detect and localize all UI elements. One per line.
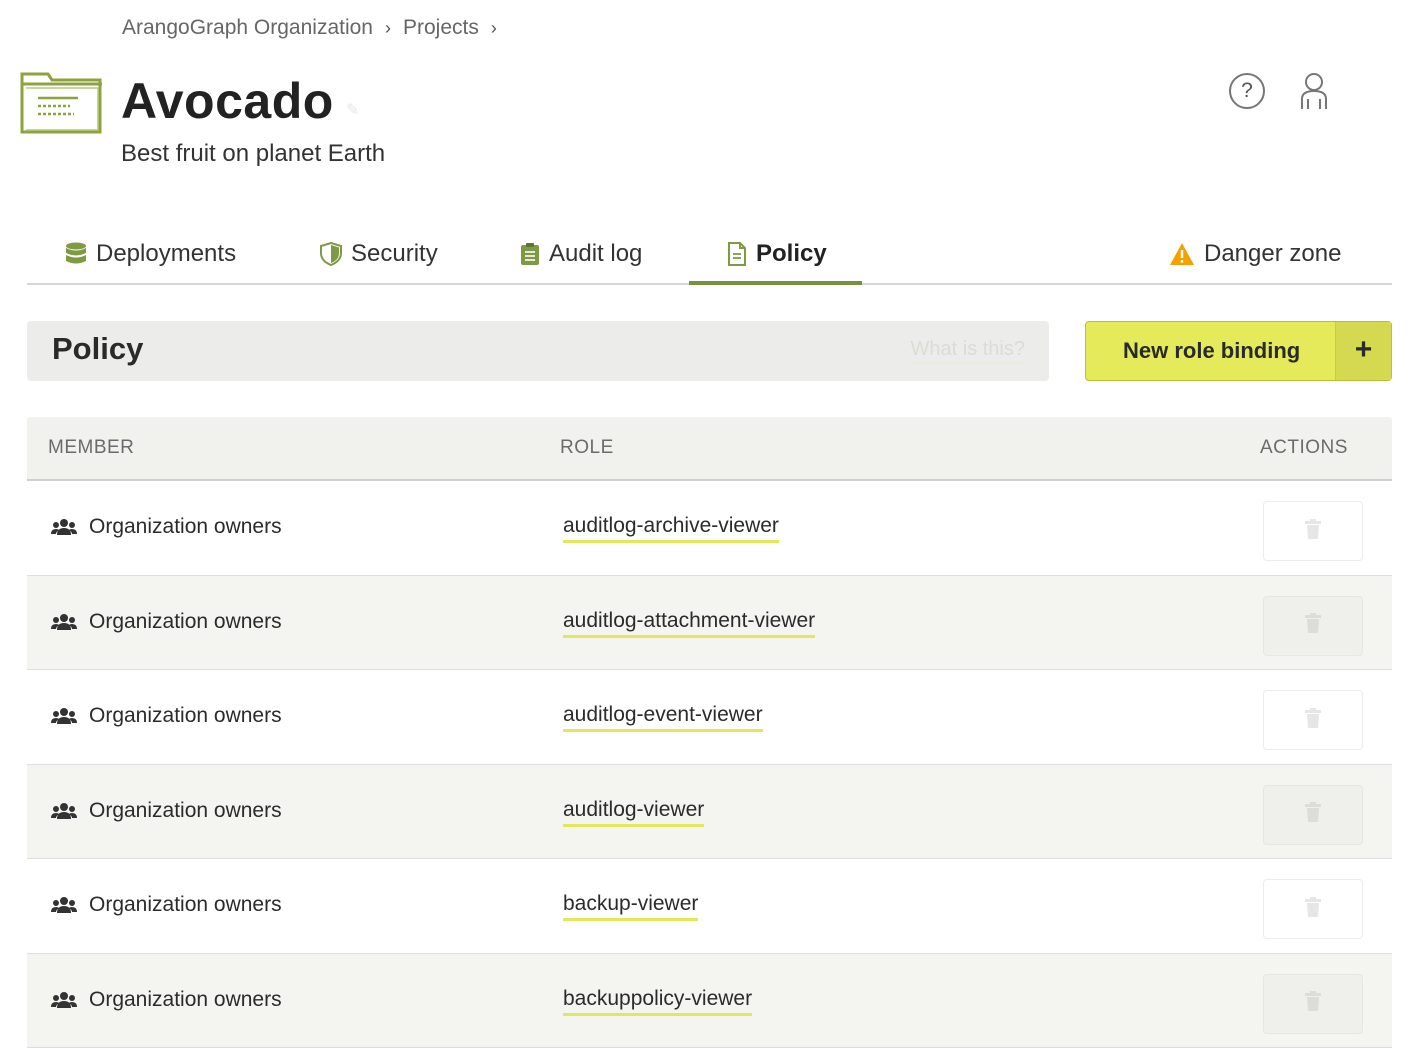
- tab-label: Policy: [756, 239, 827, 267]
- role-link[interactable]: auditlog-event-viewer: [563, 703, 763, 732]
- edit-pencil-icon[interactable]: ✎: [346, 100, 364, 119]
- users-group-icon: [51, 613, 77, 631]
- tab-policy[interactable]: Policy: [727, 222, 827, 285]
- table-header: MEMBER ROLE ACTIONS: [27, 417, 1392, 481]
- table-row: Organization owners auditlog-attachment-…: [27, 575, 1392, 670]
- delete-button[interactable]: [1263, 690, 1363, 750]
- role-link[interactable]: auditlog-viewer: [563, 798, 705, 827]
- active-tab-indicator: [689, 281, 862, 285]
- chevron-right-icon: ›: [490, 17, 497, 38]
- table-row: Organization owners backuppolicy-viewer: [27, 953, 1392, 1048]
- member-cell: Organization owners: [51, 988, 282, 1012]
- user-icon[interactable]: [1298, 71, 1330, 111]
- users-group-icon: [51, 991, 77, 1009]
- breadcrumb-organization[interactable]: ArangoGraph Organization: [122, 16, 373, 40]
- trash-icon: [1305, 802, 1321, 827]
- tab-label: Security: [351, 239, 438, 267]
- warning-icon: [1169, 242, 1195, 266]
- plus-icon: +: [1335, 322, 1391, 380]
- tab-audit-log[interactable]: Audit log: [520, 222, 642, 285]
- trash-icon: [1305, 613, 1321, 638]
- section-title: Policy: [52, 331, 144, 366]
- column-header-actions: ACTIONS: [1260, 437, 1348, 458]
- member-cell: Organization owners: [51, 799, 282, 823]
- trash-icon: [1305, 518, 1321, 544]
- tab-deployments[interactable]: Deployments: [65, 222, 236, 285]
- users-group-icon: [51, 802, 77, 820]
- trash-icon: [1305, 991, 1321, 1016]
- delete-button[interactable]: [1263, 879, 1363, 939]
- breadcrumb: ArangoGraph Organization › Projects ›: [122, 16, 509, 40]
- table-row: Organization owners auditlog-archive-vie…: [27, 481, 1392, 576]
- column-header-member: MEMBER: [48, 437, 135, 458]
- member-name: Organization owners: [89, 609, 282, 633]
- table-row: Organization owners auditlog-event-viewe…: [27, 670, 1392, 765]
- policy-header: Policy What is this?: [27, 321, 1049, 381]
- delete-button[interactable]: [1263, 595, 1363, 656]
- project-description: Best fruit on planet Earth: [121, 140, 386, 167]
- tab-label: Deployments: [96, 239, 237, 267]
- member-name: Organization owners: [89, 893, 282, 916]
- tab-label: Danger zone: [1204, 239, 1342, 267]
- trash-icon: [1305, 707, 1321, 733]
- delete-button[interactable]: [1263, 973, 1363, 1034]
- member-name: Organization owners: [89, 704, 282, 727]
- table-row: Organization owners auditlog-viewer: [27, 764, 1392, 859]
- tab-security[interactable]: Security: [320, 222, 438, 285]
- document-icon: [727, 241, 747, 266]
- clipboard-icon: [520, 242, 540, 266]
- users-group-icon: [51, 518, 77, 536]
- chevron-right-icon: ›: [385, 17, 391, 38]
- users-group-icon: [51, 896, 77, 914]
- member-cell: Organization owners: [51, 893, 282, 917]
- trash-icon: [1305, 896, 1321, 922]
- role-link[interactable]: auditlog-archive-viewer: [563, 514, 779, 543]
- member-name: Organization owners: [89, 987, 282, 1011]
- member-cell: Organization owners: [51, 704, 282, 728]
- member-cell: Organization owners: [51, 515, 282, 539]
- breadcrumb-projects[interactable]: Projects: [403, 16, 479, 40]
- role-link[interactable]: backuppolicy-viewer: [563, 987, 753, 1016]
- role-link[interactable]: backup-viewer: [563, 892, 699, 921]
- tab-danger-zone[interactable]: Danger zone: [1169, 222, 1341, 285]
- table-row: Organization owners backup-viewer: [27, 859, 1392, 954]
- new-role-binding-button[interactable]: New role binding +: [1085, 321, 1392, 381]
- member-cell: Organization owners: [51, 610, 282, 634]
- help-icon[interactable]: ?: [1229, 73, 1265, 109]
- delete-button[interactable]: [1263, 501, 1363, 561]
- button-label: New role binding: [1123, 338, 1301, 363]
- role-link[interactable]: auditlog-attachment-viewer: [563, 609, 816, 638]
- users-group-icon: [51, 707, 77, 725]
- shield-icon: [320, 241, 342, 266]
- tab-bar: Deployments Security Audit log Policy Da…: [27, 222, 1392, 285]
- tab-label: Audit log: [549, 239, 643, 267]
- member-name: Organization owners: [89, 798, 282, 822]
- delete-button[interactable]: [1263, 784, 1363, 845]
- role-bindings-table: MEMBER ROLE ACTIONS Organization owners …: [27, 417, 1392, 1048]
- what-is-this-link[interactable]: What is this?: [910, 338, 1025, 364]
- column-header-role: ROLE: [560, 437, 614, 458]
- project-folder-icon: [20, 70, 104, 136]
- database-icon: [65, 242, 87, 266]
- member-name: Organization owners: [89, 515, 282, 538]
- page-title: Avocado: [121, 73, 334, 129]
